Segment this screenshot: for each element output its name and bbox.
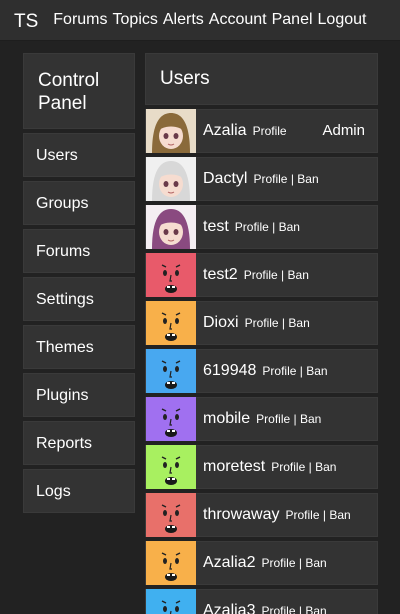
user-name[interactable]: throwaway [203, 506, 279, 524]
sidebar-item-plugins[interactable]: Plugins [23, 373, 135, 417]
link-separator: | [322, 508, 326, 522]
user-row: mobile Profile | Ban [145, 397, 378, 441]
user-actions: Profile | Ban [253, 172, 318, 186]
user-name[interactable]: Dactyl [203, 170, 247, 188]
user-row: Dioxi Profile | Ban [145, 301, 378, 345]
user-name[interactable]: mobile [203, 410, 250, 428]
ban-link[interactable]: Ban [300, 412, 321, 426]
user-name[interactable]: test [203, 218, 229, 236]
link-separator: | [290, 172, 294, 186]
user-name[interactable]: Azalia3 [203, 602, 255, 614]
link-separator: | [293, 412, 297, 426]
user-row: test Profile | Ban [145, 205, 378, 249]
user-avatar[interactable] [146, 349, 196, 393]
ban-link[interactable]: Ban [305, 604, 326, 614]
ban-link[interactable]: Ban [306, 364, 327, 378]
ban-link[interactable]: Ban [305, 556, 326, 570]
user-name[interactable]: test2 [203, 266, 238, 284]
user-avatar[interactable] [146, 445, 196, 489]
link-separator: | [298, 556, 302, 570]
ban-link[interactable]: Ban [288, 316, 309, 330]
profile-link[interactable]: Profile [285, 508, 319, 522]
user-row: Azalia Profile Admin [145, 109, 378, 153]
user-name[interactable]: 619948 [203, 362, 256, 380]
sidebar-item-settings[interactable]: Settings [23, 277, 135, 321]
nav-link-forums[interactable]: Forums [53, 11, 107, 29]
user-row: Azalia3 Profile | Ban [145, 589, 378, 614]
user-actions: Profile | Ban [261, 604, 326, 614]
profile-link[interactable]: Profile [245, 316, 279, 330]
nav-link-panel[interactable]: Panel [272, 11, 313, 29]
user-row: 619948 Profile | Ban [145, 349, 378, 393]
sidebar-item-logs[interactable]: Logs [23, 469, 135, 513]
profile-link[interactable]: Profile [262, 364, 296, 378]
link-separator: | [298, 604, 302, 614]
site-brand[interactable]: TS [14, 11, 38, 33]
user-actions: Profile | Ban [256, 412, 321, 426]
profile-link[interactable]: Profile [235, 220, 269, 234]
user-avatar[interactable] [146, 397, 196, 441]
profile-link[interactable]: Profile [256, 412, 290, 426]
nav-link-alerts[interactable]: Alerts [163, 11, 204, 29]
user-avatar[interactable] [146, 589, 196, 614]
sidebar-item-forums[interactable]: Forums [23, 229, 135, 273]
link-separator: | [281, 316, 286, 330]
user-actions: Profile | Ban [235, 220, 300, 234]
profile-link[interactable]: Profile [244, 268, 278, 282]
profile-link[interactable]: Profile [261, 556, 295, 570]
user-row: throwaway Profile | Ban [145, 493, 378, 537]
nav-link-topics[interactable]: Topics [113, 11, 158, 29]
user-row: test2 Profile | Ban [145, 253, 378, 297]
user-actions: Profile | Ban [285, 508, 350, 522]
top-navigation-bar: TS Forums Topics Alerts Account Panel Lo… [0, 0, 400, 41]
user-row: Azalia2 Profile | Ban [145, 541, 378, 585]
sidebar-item-users[interactable]: Users [23, 133, 135, 177]
link-separator: | [299, 364, 303, 378]
ban-link[interactable]: Ban [297, 172, 318, 186]
user-name[interactable]: Azalia2 [203, 554, 255, 572]
user-row: Dactyl Profile | Ban [145, 157, 378, 201]
user-actions: Profile | Ban [271, 460, 336, 474]
user-avatar[interactable] [146, 493, 196, 537]
user-avatar[interactable] [146, 301, 196, 345]
user-actions: Profile | Ban [244, 268, 309, 282]
control-panel-sidebar: Control Panel Users Groups Forums Settin… [23, 53, 135, 517]
ban-link[interactable]: Ban [288, 268, 309, 282]
user-name[interactable]: Dioxi [203, 314, 239, 332]
ban-link[interactable]: Ban [279, 220, 300, 234]
user-actions: Profile | Ban [261, 556, 326, 570]
user-avatar[interactable] [146, 541, 196, 585]
link-separator: | [281, 268, 285, 282]
sidebar-item-reports[interactable]: Reports [23, 421, 135, 465]
profile-link[interactable]: Profile [271, 460, 305, 474]
user-row: moretest Profile | Ban [145, 445, 378, 489]
ban-link[interactable]: Ban [315, 460, 336, 474]
users-panel: Users Azalia Profile Admin Dactyl Profile | … [145, 53, 378, 614]
profile-link[interactable]: Profile [253, 172, 287, 186]
user-name[interactable]: Azalia [203, 122, 247, 140]
user-list: Azalia Profile Admin Dactyl Profile | Ban tes… [145, 109, 378, 614]
admin-badge: Admin [322, 122, 365, 139]
user-actions: Profile | Ban [262, 364, 327, 378]
user-actions: Profile | Ban [245, 316, 310, 330]
user-avatar[interactable] [146, 157, 196, 201]
sidebar-item-themes[interactable]: Themes [23, 325, 135, 369]
users-panel-title: Users [145, 53, 378, 105]
profile-link[interactable]: Profile [253, 124, 287, 138]
user-avatar[interactable] [146, 205, 196, 249]
user-actions: Profile [253, 124, 287, 138]
user-avatar[interactable] [146, 109, 196, 153]
link-separator: | [272, 220, 276, 234]
control-panel-title: Control Panel [23, 53, 135, 129]
nav-link-logout[interactable]: Logout [318, 11, 367, 29]
nav-link-account[interactable]: Account [209, 11, 267, 29]
profile-link[interactable]: Profile [261, 604, 295, 614]
user-name[interactable]: moretest [203, 458, 265, 476]
sidebar-item-groups[interactable]: Groups [23, 181, 135, 225]
ban-link[interactable]: Ban [329, 508, 350, 522]
link-separator: | [308, 460, 312, 474]
user-avatar[interactable] [146, 253, 196, 297]
